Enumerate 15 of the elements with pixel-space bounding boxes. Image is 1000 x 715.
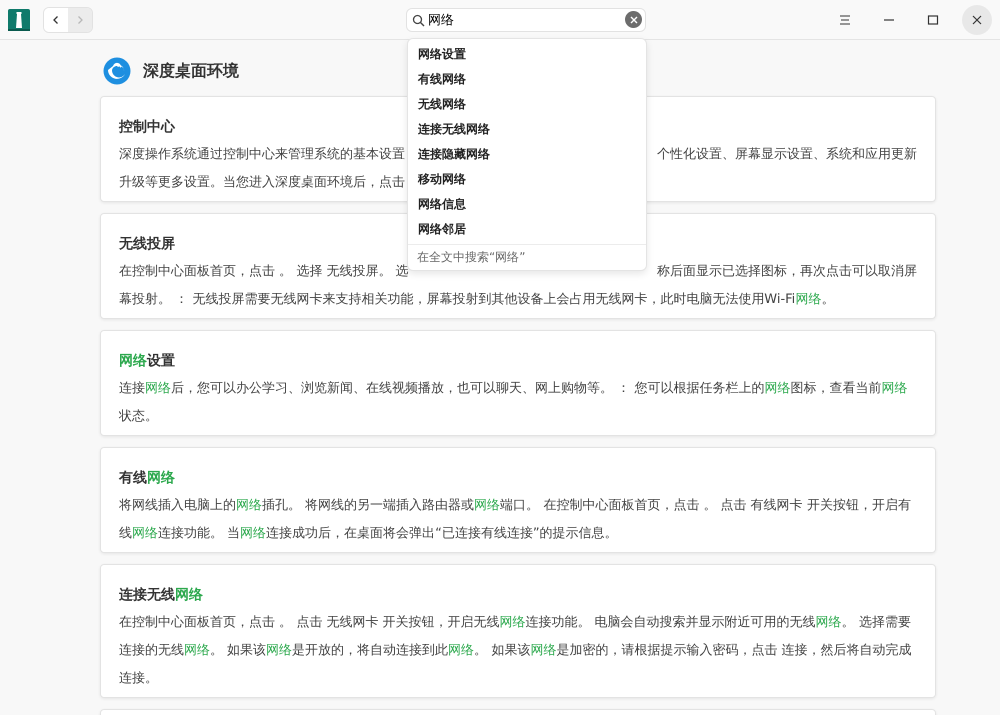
card-text: 在控制中心面板首页，点击 。 点击 无线网卡 开关按钮，开启无线网络连接功能。 电脑会自动搜索并显示附近可用的无线网络。 选择需要连接的无线网络。 如果该网络是开放的，将自动连接到此网络。 如果该网络是加密的，请根据提示输入密码，点击 连接，然后将自动完成连接。 <box>119 614 912 688</box>
card-text: 将网线插入电脑上的网络插孔。 将网线的另一端插入路由器或网络端口。 在控制中心面板首页，点击 。 点击 有线网卡 开关按钮，开启有线网络连接功能。 当网络连接成功后，在桌面将会弹出“已连接有线连接”的提示信息。 <box>119 497 912 543</box>
card-text: 个性化设置、屏幕显示设置、系统和应用更新 <box>657 146 917 164</box>
card-text: 深度操作系统通过控制中心来管理系统的基本设置 <box>119 146 405 164</box>
card-title: 网络设置 <box>119 352 175 371</box>
card-title: 连接无线网络 <box>119 586 203 605</box>
card-text: 称后面显示已选择图标，再次点击可以取消屏 <box>657 263 917 281</box>
card-text: 连接网络后，您可以办公学习、浏览新闻、在线视频播放，也可以聊天、网上购物等。 ： 您可以根据任务栏上的网络图标，查看当前网络 状态。 <box>119 380 908 426</box>
card-title: 控制中心 <box>119 118 175 137</box>
card-title: 无线投屏 <box>119 235 175 254</box>
card-text: 升级等更多设置。当您进入深度桌面环境后，点击 <box>119 174 405 192</box>
card-title: 有线网络 <box>119 469 175 488</box>
card-text: 幕投射。 ： 无线投屏需要无线网卡来支持相关功能，屏幕投射到其他设备上会占用无线网卡，此时电脑无法使用Wi-Fi网络。 <box>119 291 834 309</box>
page-title: 深度桌面环境 <box>143 60 239 82</box>
card-text: 在控制中心面板首页，点击 。 选择 无线投屏。 选 <box>119 263 409 281</box>
